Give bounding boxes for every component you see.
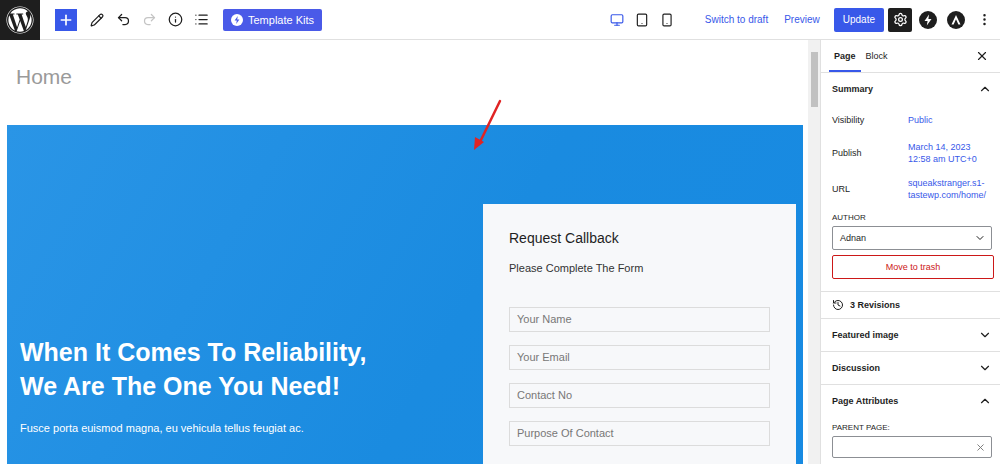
device-preview-button[interactable] <box>630 8 654 32</box>
options-button[interactable] <box>972 8 996 32</box>
spectra-icon[interactable] <box>919 11 937 29</box>
form-subtitle: Please Complete The Form <box>509 261 770 275</box>
device-icon <box>610 13 624 27</box>
panel-header[interactable]: Discussion <box>821 352 1000 384</box>
wordpress-icon <box>6 6 34 34</box>
panel-header[interactable]: Summary <box>821 73 1000 105</box>
form-title: Request Callback <box>509 230 770 246</box>
spectra-button[interactable] <box>916 8 940 32</box>
hero-heading[interactable]: When It Comes To Reliability,We Are The … <box>20 335 471 403</box>
switch-to-draft-button[interactable]: Switch to draft <box>699 14 774 25</box>
chevron-down-icon <box>978 328 992 342</box>
list-view-button[interactable] <box>189 8 213 32</box>
editor-window: Template Kits Switch to draft Preview Updat… <box>0 0 1000 464</box>
preview-button[interactable]: Preview <box>778 14 826 25</box>
summary-row: URLsqueakstranger.s1-tastewp.com/home/ <box>821 171 1000 207</box>
device-icon <box>660 13 674 27</box>
template-kits-button[interactable]: Template Kits <box>223 9 322 31</box>
settings-sidebar: PageBlockSummaryVisibilityPublicPublishM… <box>820 40 1000 464</box>
form-input[interactable]: Contact No <box>509 383 770 408</box>
wordpress-logo[interactable] <box>0 0 40 40</box>
parent-page-label: PARENT PAGE: <box>821 417 1000 436</box>
summary-row: PublishMarch 14, 202312:58 am UTC+0 <box>821 135 1000 171</box>
parent-page-input[interactable] <box>832 436 992 458</box>
hero-text: When It Comes To Reliability,We Are The … <box>7 125 483 464</box>
revisions-row[interactable]: 3 Revisions <box>821 292 1000 319</box>
close-sidebar-button[interactable] <box>970 44 994 68</box>
astra-icon[interactable] <box>947 11 965 29</box>
panel-header[interactable]: Featured image <box>821 319 1000 351</box>
chevron-down-icon <box>974 232 986 244</box>
tools-button[interactable] <box>85 8 109 32</box>
summary-value[interactable]: squeakstranger.s1-tastewp.com/home/ <box>908 177 986 201</box>
device-preview-button[interactable] <box>605 8 629 32</box>
summary-label: Publish <box>832 148 908 158</box>
summary-value[interactable]: Public <box>908 114 933 126</box>
sidebar-panel: Page AttributesPARENT PAGE: <box>821 385 1000 464</box>
chevron-down-icon <box>978 361 992 375</box>
summary-label: Visibility <box>832 115 908 125</box>
top-toolbar: Template Kits Switch to draft Preview Updat… <box>0 0 1000 40</box>
clear-icon[interactable] <box>975 442 986 453</box>
annotation-arrow-icon <box>470 98 506 154</box>
device-icon <box>635 13 649 27</box>
list-icon <box>194 12 209 27</box>
summary-value[interactable]: March 14, 202312:58 am UTC+0 <box>908 141 977 165</box>
panel-header[interactable]: Page Attributes <box>821 385 1000 417</box>
astra-button[interactable] <box>944 8 968 32</box>
sidebar-tab[interactable]: Block <box>861 40 893 72</box>
form-input[interactable]: Purpose Of Contact <box>509 421 770 446</box>
redo-icon <box>142 12 157 27</box>
undo-button[interactable] <box>111 8 135 32</box>
plus-icon <box>58 12 74 28</box>
editor-canvas: Home When It Comes To Reliability,We Are … <box>0 40 808 464</box>
summary-label: URL <box>832 184 908 194</box>
canvas-scrollbar[interactable] <box>808 40 820 464</box>
pencil-icon <box>90 13 104 27</box>
info-icon <box>168 12 183 27</box>
page-title[interactable]: Home <box>0 40 808 125</box>
redo-button[interactable] <box>137 8 161 32</box>
details-button[interactable] <box>163 8 187 32</box>
undo-icon <box>116 12 131 27</box>
hero-section[interactable]: When It Comes To Reliability,We Are The … <box>7 125 803 464</box>
add-block-button[interactable] <box>55 9 77 31</box>
sidebar-tabs: PageBlock <box>821 40 1000 73</box>
move-to-trash-button[interactable]: Move to trash <box>832 255 994 279</box>
summary-panel: SummaryVisibilityPublicPublishMarch 14, … <box>821 73 1000 292</box>
author-label: AUTHOR <box>821 207 1000 226</box>
chevron-up-icon <box>978 394 992 408</box>
kits-icon <box>231 14 243 26</box>
close-icon <box>975 49 989 63</box>
gear-icon <box>893 12 908 27</box>
sidebar-panel: Discussion <box>821 352 1000 385</box>
form-input[interactable]: Your Email <box>509 345 770 370</box>
editor-body: Home When It Comes To Reliability,We Are … <box>0 40 1000 464</box>
update-button[interactable]: Update <box>834 8 884 32</box>
sidebar-panel: Featured image <box>821 319 1000 352</box>
hero-paragraph[interactable]: Fusce porta euismod magna, eu vehicula t… <box>20 421 471 435</box>
device-preview-button[interactable] <box>655 8 679 32</box>
author-select[interactable]: Adnan <box>832 226 992 250</box>
summary-row: VisibilityPublic <box>821 105 1000 135</box>
chevron-up-icon <box>978 82 992 96</box>
history-icon <box>832 299 844 311</box>
kebab-icon <box>977 12 992 27</box>
form-input[interactable]: Your Name <box>509 307 770 332</box>
sidebar-tab[interactable]: Page <box>829 40 861 72</box>
settings-button[interactable] <box>888 8 912 32</box>
callback-form: Request Callback Please Complete The Form… <box>483 204 796 464</box>
scrollbar-thumb[interactable] <box>811 52 818 107</box>
